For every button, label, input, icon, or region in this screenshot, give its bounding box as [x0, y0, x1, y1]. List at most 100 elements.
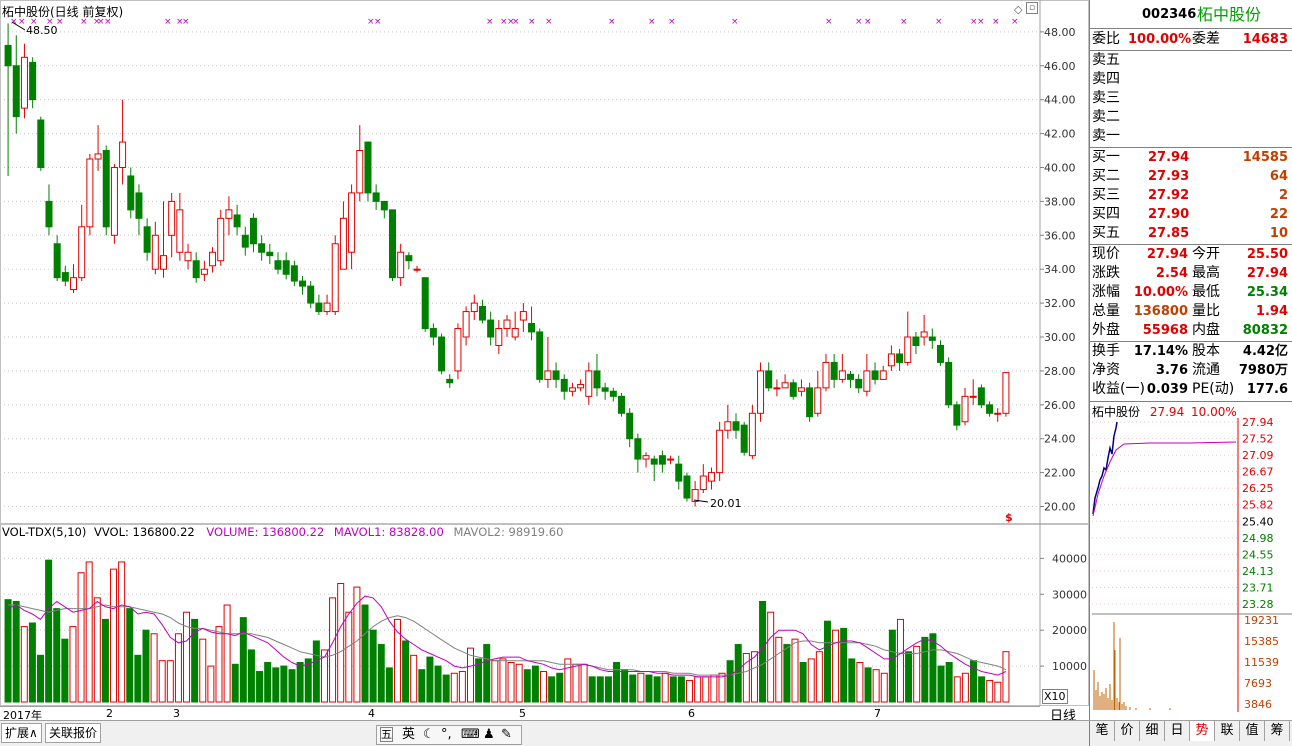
price-tick-label: 32.00: [1044, 297, 1076, 310]
keyboard-icon[interactable]: ⌨: [461, 727, 480, 743]
event-marker[interactable]: ×: [977, 17, 985, 27]
moon-icon[interactable]: ☾: [423, 727, 435, 743]
buy-volume: 2: [1278, 188, 1288, 203]
volume-bar: [499, 658, 507, 703]
stat-value: 25.34: [1246, 285, 1288, 300]
right-tab[interactable]: 笔: [1090, 721, 1115, 741]
candle-body: [225, 209, 233, 219]
stat-row: 涨跌 2.54 最高 27.94: [1090, 264, 1292, 283]
event-marker[interactable]: ×: [528, 17, 536, 27]
candle-body: [438, 336, 446, 372]
buy-row-4[interactable]: 买四 27.90 22: [1090, 205, 1292, 224]
volume-bar: [759, 600, 767, 703]
buy-row-1[interactable]: 买一 27.94 14585: [1090, 148, 1292, 167]
event-marker[interactable]: ×: [668, 17, 676, 27]
ime-english-toggle[interactable]: 英: [402, 727, 415, 743]
diamond-icon[interactable]: ◇: [1014, 3, 1022, 16]
event-marker[interactable]: ×: [864, 17, 872, 27]
candle-body: [945, 361, 953, 406]
event-marker[interactable]: ×: [731, 17, 739, 27]
event-marker[interactable]: ×: [855, 17, 863, 27]
intraday-mini-chart[interactable]: 27.94 27.52 27.09 26.67 26.25 25.82 25.40 24.98…: [1090, 418, 1292, 714]
expand-tab[interactable]: 扩展∧: [1, 723, 42, 743]
right-tab[interactable]: 值: [1240, 721, 1265, 741]
volume-bar: [588, 676, 596, 703]
buy-price: 27.85: [1148, 226, 1190, 241]
buy-row-3[interactable]: 买三 27.92 2: [1090, 186, 1292, 205]
mini-price-tick: 26.67: [1242, 466, 1274, 479]
event-marker[interactable]: ×: [486, 17, 494, 27]
stat-label: 最低: [1192, 284, 1220, 300]
candle-body: [405, 255, 413, 262]
mavol2-value: MAVOL2: 98919.60: [453, 525, 564, 539]
volume-bar: [101, 618, 109, 703]
candle-body: [601, 387, 609, 392]
volume-bar: [937, 665, 945, 703]
volume-header: VOL-TDX(5,10) VVOL: 136800.22 VOLUME: 13…: [2, 525, 563, 539]
stat-value: 177.6: [1246, 382, 1288, 397]
candle-body: [634, 438, 642, 460]
candle-body: [200, 268, 208, 275]
event-marker[interactable]: ×: [608, 17, 616, 27]
volume-bar: [556, 672, 564, 703]
volume-bar: [475, 658, 483, 703]
volume-bar: [329, 597, 337, 703]
volume-bar: [450, 672, 458, 703]
event-marker[interactable]: ×: [1011, 17, 1019, 27]
volume-bar: [613, 662, 621, 703]
price-chart[interactable]: 48.00 46.00 44.00 42.00 40.00 38.00 36.00 34.00…: [0, 0, 1089, 524]
event-marker[interactable]: ×: [935, 17, 943, 27]
punctuation-icon[interactable]: °,: [441, 727, 452, 743]
right-tab[interactable]: 势: [1190, 721, 1215, 741]
event-marker[interactable]: ×: [648, 17, 656, 27]
candle-body: [70, 277, 78, 291]
event-marker[interactable]: ×: [164, 17, 172, 27]
user-icon[interactable]: ♟: [483, 727, 495, 743]
stat-row: 现价 27.94 今开 25.50: [1090, 245, 1292, 264]
candle-body: [642, 455, 650, 460]
mini-volume-tick: 11539: [1244, 656, 1279, 669]
related-quote-tab[interactable]: 关联报价: [45, 723, 102, 743]
volume-bar: [256, 670, 264, 703]
volume-value: VOLUME: 136800.22: [206, 525, 325, 539]
wrench-icon[interactable]: ✎: [501, 727, 512, 743]
vol-indicator-label[interactable]: VOL-TDX(5,10): [2, 525, 86, 539]
right-tab[interactable]: 价: [1115, 721, 1140, 741]
event-marker[interactable]: ×: [900, 17, 908, 27]
volume-bar: [945, 662, 953, 703]
event-marker[interactable]: ×: [992, 17, 1000, 27]
right-tab[interactable]: 联: [1215, 721, 1240, 741]
stat2-row: 换手 17.14% 股本 4.42亿: [1090, 342, 1292, 361]
candle-body: [789, 382, 797, 397]
buy-row-5[interactable]: 买五 27.85 10: [1090, 224, 1292, 243]
volume-chart[interactable]: 40000 30000 20000 10000: [0, 524, 1089, 706]
candle-body: [896, 353, 904, 363]
right-tab[interactable]: 日: [1165, 721, 1190, 741]
event-marker[interactable]: ×: [825, 17, 833, 27]
volume-bar: [272, 667, 280, 703]
event-marker[interactable]: ×: [512, 17, 520, 27]
right-tab[interactable]: 细: [1140, 721, 1165, 741]
volume-bar: [896, 618, 904, 703]
s-marker[interactable]: $: [1005, 511, 1013, 524]
close-chart-icon[interactable]: ▫: [1026, 2, 1038, 14]
ime-wubi-icon[interactable]: 五: [380, 727, 393, 742]
stat-value: 2.54: [1155, 266, 1188, 281]
stat-value: 10.00%: [1133, 285, 1188, 300]
right-tab[interactable]: 筹: [1265, 721, 1290, 741]
event-marker[interactable]: ×: [182, 17, 190, 27]
volume-bar: [4, 599, 12, 703]
sell-label: 卖一: [1092, 128, 1120, 144]
high-label: 48.50: [26, 24, 58, 37]
candle-body: [258, 243, 266, 253]
event-marker[interactable]: ×: [545, 17, 553, 27]
candle-body: [364, 141, 372, 194]
volume-bar: [45, 559, 53, 703]
buy-row-2[interactable]: 买二 27.93 64: [1090, 167, 1292, 186]
candle-body: [61, 272, 69, 282]
candle-body: [119, 141, 127, 168]
price-tick-label: 30.00: [1044, 331, 1076, 344]
stat-label: 外盘: [1092, 322, 1120, 338]
volume-bar: [564, 658, 572, 703]
event-marker[interactable]: ×: [374, 17, 382, 27]
